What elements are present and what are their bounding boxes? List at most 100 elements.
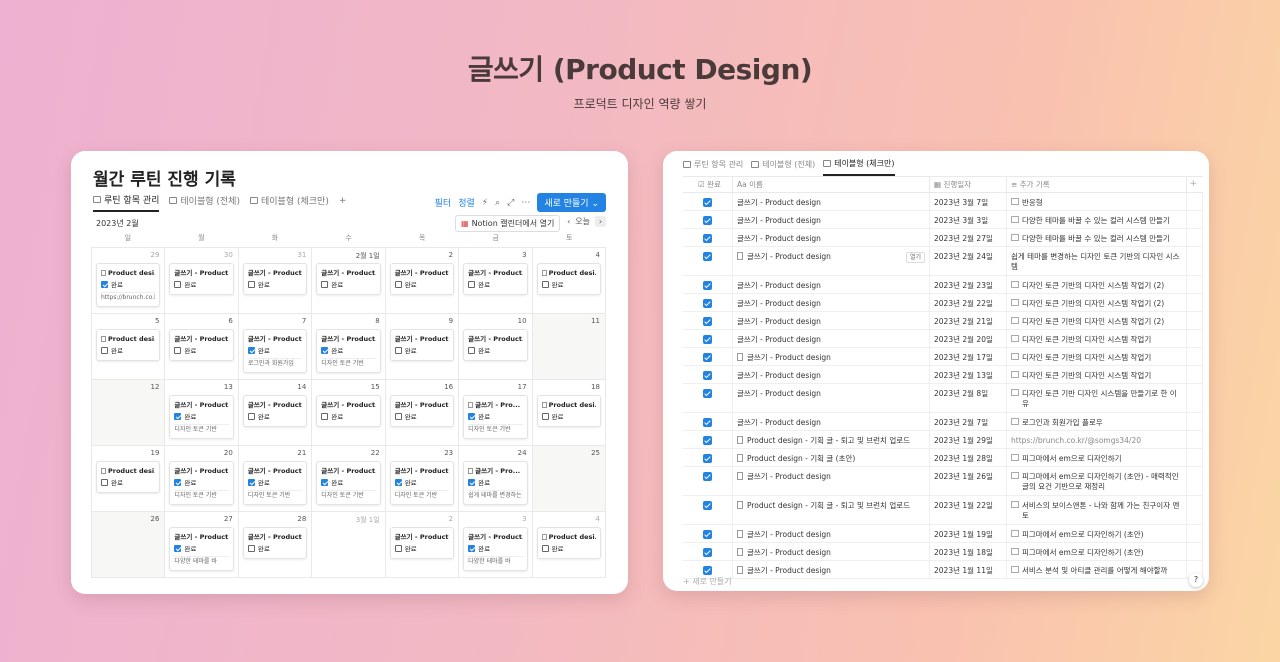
calendar-event-card[interactable]: 글쓰기 - Pro... 완료 디자인 토큰 기반: [463, 395, 528, 439]
done-checkbox[interactable]: [247, 479, 255, 486]
calendar-day[interactable]: 2 글쓰기 - Product... 완료: [385, 512, 460, 578]
done-cell[interactable]: [683, 543, 733, 560]
search-icon[interactable]: ⌕: [495, 198, 500, 208]
done-checkbox[interactable]: [541, 545, 549, 552]
name-cell[interactable]: 글쓰기 - Product design: [733, 561, 930, 578]
open-button[interactable]: 열기: [905, 252, 925, 263]
calendar-event-card[interactable]: Product desi... 완료: [536, 263, 601, 295]
table-row[interactable]: 글쓰기 - Product design 2023년 2월 20일 디자인 토큰 기…: [683, 330, 1203, 348]
done-checkbox[interactable]: [101, 281, 108, 288]
calendar-event-card[interactable]: 글쓰기 - Product... 완료: [169, 263, 234, 295]
done-checkbox[interactable]: [703, 353, 712, 362]
prev-month-icon[interactable]: ‹: [567, 217, 570, 226]
calendar-day[interactable]: 29 Product desi... 완료 https://brunch.co.kr/…: [92, 248, 166, 314]
date-cell[interactable]: 2023년 3월 7일: [930, 193, 1007, 210]
done-checkbox[interactable]: [703, 317, 712, 326]
done-checkbox[interactable]: [394, 347, 402, 354]
note-cell[interactable]: 디자인 토큰 기반의 디자인 시스템 작업기 (2): [1007, 294, 1187, 311]
view-tab-routine[interactable]: 루틴 항목 관리: [683, 157, 743, 176]
done-checkbox[interactable]: [468, 479, 476, 486]
calendar-event-card[interactable]: 글쓰기 - Pro... 완료 쉽게 테마를 변경하는: [463, 461, 528, 505]
done-cell[interactable]: [683, 431, 733, 448]
calendar-day[interactable]: 25: [532, 446, 606, 512]
note-cell[interactable]: 디자인 토큰 기반의 디자인 시스템 작업기 (2): [1007, 312, 1187, 329]
note-cell[interactable]: 디자인 토큰 기반의 디자인 시스템 작업기 (2): [1007, 276, 1187, 293]
date-cell[interactable]: 2023년 1월 26일: [930, 467, 1007, 495]
note-cell[interactable]: https://brunch.co.kr/@somgs34/20: [1007, 431, 1187, 448]
done-checkbox[interactable]: [321, 281, 329, 288]
calendar-day[interactable]: 6 글쓰기 - Product... 완료: [165, 314, 239, 380]
done-checkbox[interactable]: [174, 413, 182, 420]
name-cell[interactable]: 글쓰기 - Product design: [733, 384, 930, 412]
name-cell[interactable]: 글쓰기 - Product design: [733, 193, 930, 210]
done-checkbox[interactable]: [703, 252, 712, 261]
name-cell[interactable]: 글쓰기 - Product design: [733, 276, 930, 293]
calendar-day[interactable]: 28 글쓰기 - Product... 완료: [238, 512, 313, 578]
calendar-day[interactable]: 13 글쓰기 - Product... 완료디자인 토큰 기반: [165, 380, 239, 446]
calendar-event-card[interactable]: 글쓰기 - Product... 완료: [389, 527, 455, 559]
table-row[interactable]: 글쓰기 - Product design 2023년 2월 17일 디자인 토큰 기…: [683, 348, 1203, 366]
calendar-event-card[interactable]: 글쓰기 - Product... 완료디자인 토큰 기반: [389, 461, 455, 505]
done-checkbox[interactable]: [703, 436, 712, 445]
add-view-icon[interactable]: +: [339, 196, 347, 210]
done-checkbox[interactable]: [174, 347, 182, 354]
name-cell[interactable]: 글쓰기 - Product design 열기: [733, 247, 930, 275]
table-row[interactable]: 글쓰기 - Product design 2023년 2월 7일 로그인과 회원가입…: [683, 413, 1203, 431]
done-checkbox[interactable]: [247, 413, 255, 420]
calendar-event-card[interactable]: 글쓰기 - Product... 완료: [316, 263, 381, 295]
done-checkbox[interactable]: [468, 347, 476, 354]
date-cell[interactable]: 2023년 2월 7일: [930, 413, 1007, 430]
calendar-day[interactable]: 2월 1일글쓰기 - Product... 완료: [312, 248, 386, 314]
calendar-day[interactable]: 24 글쓰기 - Pro... 완료 쉽게 테마를 변경하는: [459, 446, 533, 512]
filter-button[interactable]: 필터: [435, 196, 452, 209]
table-row[interactable]: 글쓰기 - Product design 2023년 2월 27일 다양한 테마를 …: [683, 229, 1203, 247]
calendar-day[interactable]: 22 글쓰기 - Product... 완료디자인 토큰 기반: [312, 446, 386, 512]
calendar-event-card[interactable]: 글쓰기 - Product... 완료: [242, 395, 308, 427]
calendar-day[interactable]: 11: [532, 314, 606, 380]
calendar-day[interactable]: 3월 1일: [312, 512, 386, 578]
note-cell[interactable]: 다양한 테마를 바꿀 수 있는 컬러 시스템 만들기: [1007, 211, 1187, 228]
sort-button[interactable]: 정렬: [458, 196, 475, 209]
calendar-day[interactable]: 30 글쓰기 - Product... 완료: [165, 248, 239, 314]
done-cell[interactable]: [683, 467, 733, 495]
done-checkbox[interactable]: [394, 281, 402, 288]
calendar-day[interactable]: 27 글쓰기 - Product... 완료다양한 테마를 바: [165, 512, 239, 578]
table-row[interactable]: 글쓰기 - Product design 2023년 1월 18일 피그마에서 em…: [683, 543, 1203, 561]
done-checkbox[interactable]: [101, 347, 108, 354]
done-checkbox[interactable]: [703, 234, 712, 243]
done-checkbox[interactable]: [247, 347, 255, 354]
done-checkbox[interactable]: [541, 413, 549, 420]
table-row[interactable]: 글쓰기 - Product design 2023년 2월 23일 디자인 토큰 기…: [683, 276, 1203, 294]
done-cell[interactable]: [683, 449, 733, 466]
date-cell[interactable]: 2023년 1월 18일: [930, 543, 1007, 560]
name-cell[interactable]: Product design - 기획 글 (초안): [733, 449, 930, 466]
note-cell[interactable]: 반응형: [1007, 193, 1187, 210]
done-checkbox[interactable]: [247, 545, 255, 552]
help-button[interactable]: ?: [1189, 573, 1203, 587]
date-cell[interactable]: 2023년 1월 29일: [930, 431, 1007, 448]
view-tab-table-check[interactable]: 테이블형 (체크만): [823, 157, 895, 176]
date-cell[interactable]: 2023년 2월 27일: [930, 229, 1007, 246]
name-cell[interactable]: 글쓰기 - Product design: [733, 348, 930, 365]
name-cell[interactable]: 글쓰기 - Product design: [733, 366, 930, 383]
done-checkbox[interactable]: [703, 548, 712, 557]
done-checkbox[interactable]: [468, 413, 476, 420]
done-cell[interactable]: [683, 294, 733, 311]
calendar-event-card[interactable]: 글쓰기 - Product... 완료: [389, 395, 455, 427]
done-cell[interactable]: [683, 330, 733, 347]
name-cell[interactable]: Product design - 기획 글 - 퇴고 및 브런치 업로드: [733, 496, 930, 524]
done-checkbox[interactable]: [468, 281, 476, 288]
calendar-day[interactable]: 31 글쓰기 - Product... 완료: [238, 248, 313, 314]
done-checkbox[interactable]: [703, 335, 712, 344]
date-cell[interactable]: 2023년 1월 11일: [930, 561, 1007, 578]
table-row[interactable]: 글쓰기 - Product design 2023년 2월 13일 디자인 토큰 기…: [683, 366, 1203, 384]
date-cell[interactable]: 2023년 1월 22일: [930, 496, 1007, 524]
done-checkbox[interactable]: [174, 479, 182, 486]
name-cell[interactable]: 글쓰기 - Product design: [733, 312, 930, 329]
table-row[interactable]: 글쓰기 - Product design 2023년 2월 22일 디자인 토큰 기…: [683, 294, 1203, 312]
name-cell[interactable]: 글쓰기 - Product design: [733, 467, 930, 495]
date-cell[interactable]: 2023년 2월 24일: [930, 247, 1007, 275]
note-cell[interactable]: 서비스 분석 및 아티클 관리를 어떻게 해야할까: [1007, 561, 1187, 578]
table-row[interactable]: 글쓰기 - Product design 2023년 1월 26일 피그마에서 em…: [683, 467, 1203, 496]
date-cell[interactable]: 2023년 2월 21일: [930, 312, 1007, 329]
